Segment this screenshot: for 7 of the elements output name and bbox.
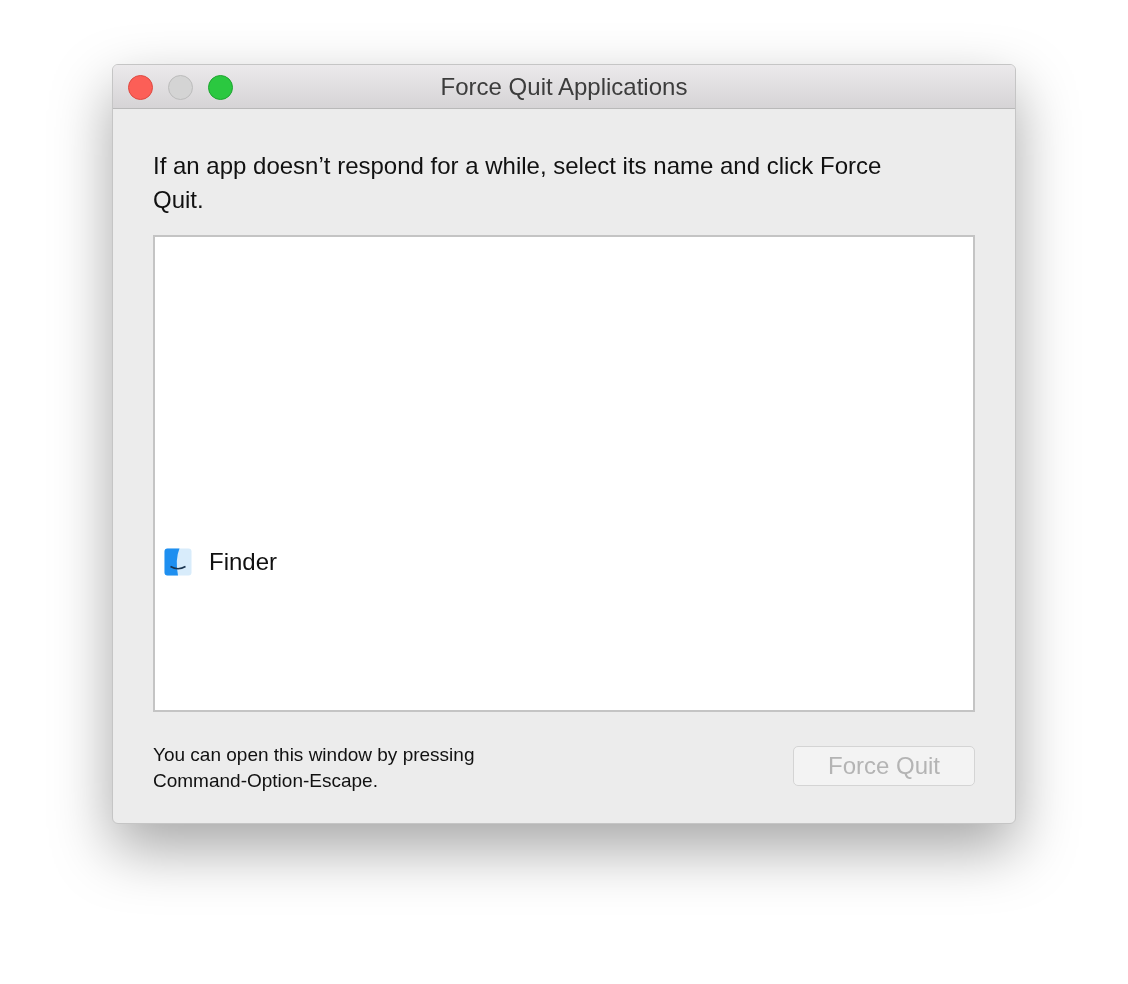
close-button[interactable]: [128, 75, 153, 100]
hint-text: You can open this window by pressing Command-Option-Escape.: [153, 743, 476, 793]
zoom-button[interactable]: [208, 75, 233, 100]
window-title: Force Quit Applications: [440, 72, 688, 101]
instruction-text: If an app doesn’t respond for a while, select its name and click Force Quit.: [153, 151, 883, 215]
app-icon: [163, 547, 193, 577]
app-row[interactable]: Finder: [155, 537, 973, 587]
